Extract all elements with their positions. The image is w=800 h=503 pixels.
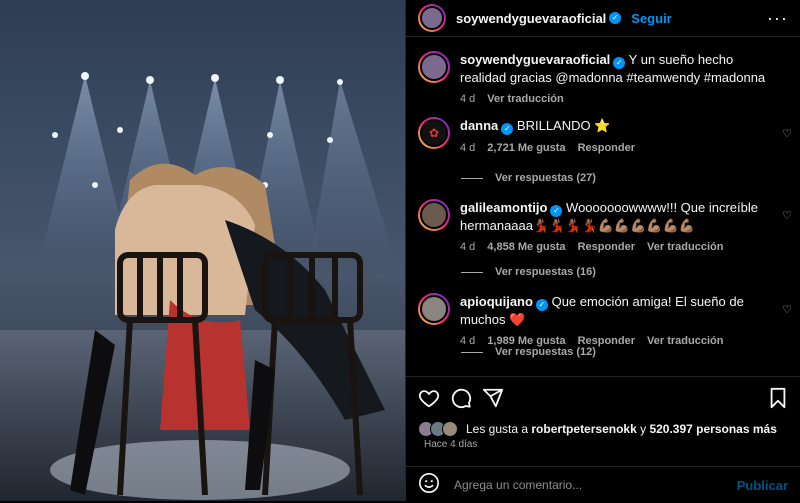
liker-avatars[interactable] — [418, 421, 462, 437]
comments-list[interactable]: soywendyguevaraoficial ✓ Y un sueño hecho… — [406, 37, 800, 374]
comment-item: apioquijano ✓ Que emoción amiga! El sueño… — [406, 293, 800, 347]
view-replies-link[interactable]: Ver respuestas (12) — [461, 346, 596, 358]
caption: soywendyguevaraoficial ✓ Y un sueño hecho… — [406, 51, 800, 105]
author-username[interactable]: soywendyguevaraoficial — [456, 11, 606, 26]
comment-like-heart-icon[interactable]: ♡ — [782, 127, 792, 140]
comment-meta: 4 d 2,721 Me gusta Responder — [460, 142, 780, 154]
replies-line — [461, 271, 483, 273]
view-replies-link[interactable]: Ver respuestas (16) — [461, 266, 596, 278]
verified-badge-icon: ✓ — [501, 123, 514, 135]
view-replies-label: Ver respuestas (27) — [495, 172, 596, 184]
comment-meta: 4 d 4,858 Me gusta Responder Ver traducción — [460, 241, 780, 253]
likes-conj: y — [640, 422, 647, 436]
more-options-icon[interactable]: ··· — [767, 8, 788, 29]
likes-user-link[interactable]: robertpetersenokk — [531, 422, 636, 436]
caption-meta: 4 d Ver traducción — [460, 93, 780, 105]
comment-username[interactable]: galileamontijo — [460, 200, 547, 215]
likes-prefix: Les gusta a — [466, 422, 529, 436]
comment-item: ✿ danna ✓ BRILLANDO ⭐ 4 d 2,721 Me gusta Re… — [406, 117, 800, 154]
post-actions: Les gusta a robertpetersenokk y 520.397 … — [406, 376, 800, 502]
caption-time: 4 d — [460, 93, 476, 105]
emoji-icon[interactable] — [418, 472, 440, 499]
share-icon[interactable] — [482, 387, 504, 414]
replies-line — [461, 351, 483, 353]
comment-avatar[interactable] — [418, 199, 450, 231]
comment-reply-link[interactable]: Responder — [578, 241, 635, 253]
comment-translate-link[interactable]: Ver traducción — [647, 241, 723, 253]
action-icons — [418, 387, 788, 411]
view-replies-link[interactable]: Ver respuestas (27) — [461, 172, 596, 184]
likes-summary: Les gusta a robertpetersenokk y 520.397 … — [418, 421, 777, 437]
replies-line — [461, 177, 483, 179]
comment-translate-link[interactable]: Ver traducción — [647, 335, 723, 347]
author-avatar[interactable] — [418, 4, 446, 32]
view-replies-label: Ver respuestas (12) — [495, 346, 596, 358]
comment-username[interactable]: danna — [460, 118, 498, 133]
post-header: soywendyguevaraoficial ✓ Seguir ··· — [406, 0, 800, 37]
post-panel: soywendyguevaraoficial ✓ Seguir ··· soyw… — [405, 0, 800, 501]
comment-text: galileamontijo ✓ Wooooooowwww!!! Que incr… — [460, 199, 780, 234]
likes-count-link[interactable]: 520.397 personas más — [649, 422, 776, 436]
caption-avatar[interactable] — [418, 51, 450, 83]
comment-like-heart-icon[interactable]: ♡ — [782, 303, 792, 316]
comment-item: galileamontijo ✓ Wooooooowwww!!! Que incr… — [406, 199, 800, 253]
comment-body: BRILLANDO ⭐ — [516, 118, 611, 133]
comment-time: 4 d — [460, 142, 476, 154]
verified-badge-icon: ✓ — [609, 12, 622, 24]
comment-time: 4 d — [460, 241, 476, 253]
verified-badge-icon: ✓ — [535, 299, 548, 311]
comment-icon[interactable] — [450, 387, 472, 414]
comment-like-heart-icon[interactable]: ♡ — [782, 209, 792, 222]
comment-avatar[interactable]: ✿ — [418, 117, 450, 149]
liker-avatar — [442, 421, 458, 437]
add-comment-bar: Publicar — [406, 466, 800, 503]
add-comment-input[interactable] — [452, 477, 737, 493]
comment-username[interactable]: apioquijano — [460, 294, 533, 309]
post-photo[interactable] — [0, 0, 405, 501]
comment-likes-link[interactable]: 4,858 Me gusta — [487, 241, 565, 253]
comment-likes-link[interactable]: 2,721 Me gusta — [487, 142, 565, 154]
caption-translate-link[interactable]: Ver traducción — [487, 93, 563, 105]
concert-photo-illustration — [0, 72, 405, 501]
bookmark-icon[interactable] — [768, 387, 788, 414]
publish-button[interactable]: Publicar — [737, 478, 788, 493]
post-time: Hace 4 días — [424, 439, 478, 450]
verified-badge-icon: ✓ — [613, 57, 626, 69]
comment-reply-link[interactable]: Responder — [578, 142, 635, 154]
comment-text: danna ✓ BRILLANDO ⭐ — [460, 117, 780, 135]
comment-text: apioquijano ✓ Que emoción amiga! El sueño… — [460, 293, 780, 328]
verified-badge-icon: ✓ — [550, 205, 563, 217]
caption-username[interactable]: soywendyguevaraoficial — [460, 52, 610, 67]
view-replies-label: Ver respuestas (16) — [495, 266, 596, 278]
caption-text: soywendyguevaraoficial ✓ Y un sueño hecho… — [460, 51, 780, 86]
follow-button[interactable]: Seguir — [631, 11, 671, 26]
heart-icon[interactable] — [418, 387, 440, 414]
comment-avatar[interactable] — [418, 293, 450, 325]
